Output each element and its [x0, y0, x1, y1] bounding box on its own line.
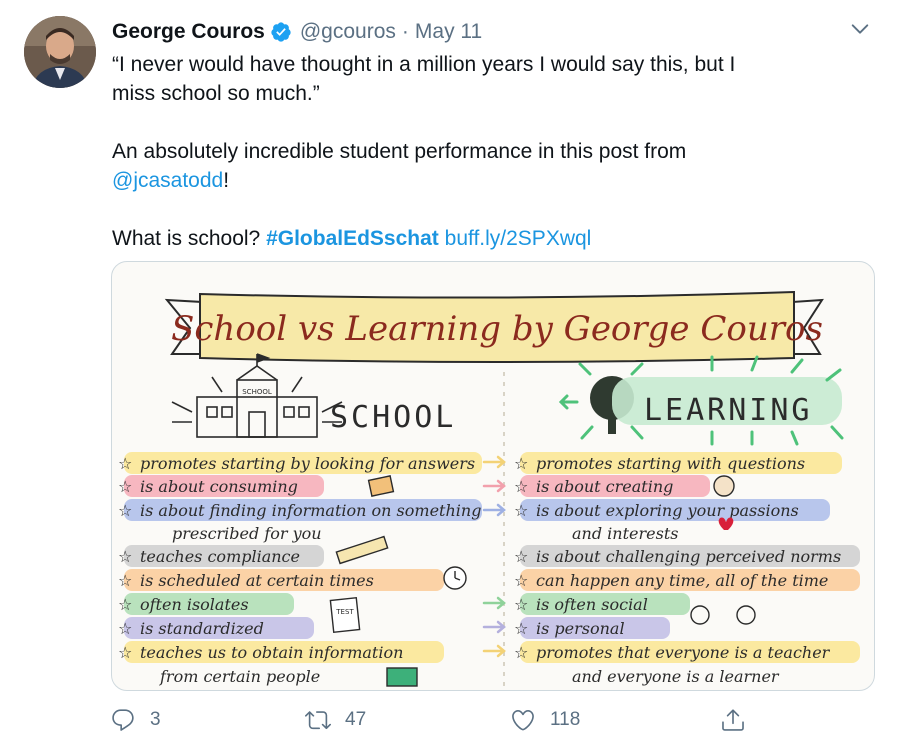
more-options-button[interactable]: [845, 14, 875, 44]
heart-icon: [512, 709, 534, 731]
svg-text:☆: ☆: [514, 595, 528, 614]
tweet-text-line: “I never would have thought in a million…: [112, 53, 736, 76]
school-item: teaches us to obtain information: [140, 643, 403, 662]
tweet-text: “I never would have thought in a million…: [112, 50, 852, 253]
learning-item: is about challenging perceived norms: [536, 547, 841, 566]
share-button[interactable]: [720, 703, 746, 737]
svg-text:☆: ☆: [514, 643, 528, 662]
learning-item: promotes starting with questions: [536, 454, 805, 473]
sketchnote-image: School vs Learning by George Couros SCHO…: [118, 290, 860, 687]
reply-button[interactable]: 3: [110, 703, 161, 737]
retweet-count: 47: [345, 709, 367, 730]
svg-text:☆: ☆: [118, 501, 132, 520]
school-item: is standardized: [140, 619, 264, 638]
tweet-text-line: miss school so much.”: [112, 82, 320, 105]
question-text: What is school?: [112, 227, 261, 250]
reply-icon: [112, 709, 134, 731]
school-item: prescribed for you: [172, 524, 322, 543]
school-sign: SCHOOL: [242, 388, 272, 396]
tweet-image[interactable]: School vs Learning by George Couros SCHO…: [111, 261, 875, 691]
learning-item: promotes that everyone is a teacher: [536, 643, 831, 662]
learning-item: can happen any time, all of the time: [536, 571, 828, 590]
svg-text:☆: ☆: [514, 501, 528, 520]
reply-count: 3: [150, 709, 161, 730]
school-item: is about finding information on somethin…: [140, 501, 481, 520]
banner-title: School vs Learning by George Couros: [171, 309, 823, 349]
author-handle[interactable]: @gcouros: [300, 20, 396, 44]
svg-text:☆: ☆: [514, 619, 528, 638]
learning-item: is often social: [536, 595, 648, 614]
avatar[interactable]: [24, 16, 96, 88]
hashtag-link[interactable]: #GlobalEdSschat: [266, 227, 439, 250]
learning-item: is personal: [536, 619, 625, 638]
tweet-text-line: @jcasatodd!: [112, 166, 852, 195]
mention-link[interactable]: @jcasatodd: [112, 169, 223, 192]
svg-text:☆: ☆: [514, 571, 528, 590]
school-item: from certain people: [159, 667, 320, 686]
svg-text:☆: ☆: [514, 547, 528, 566]
svg-text:☆: ☆: [118, 477, 132, 496]
learning-heading: LEARNING: [644, 393, 813, 428]
svg-text:☆: ☆: [118, 571, 132, 590]
svg-text:☆: ☆: [118, 595, 132, 614]
school-heading: SCHOOL: [330, 400, 456, 435]
svg-text:☆: ☆: [118, 643, 132, 662]
share-icon: [722, 709, 744, 731]
school-item: is scheduled at certain times: [140, 571, 374, 590]
retweet-button[interactable]: 47: [305, 703, 366, 737]
school-item: often isolates: [140, 595, 249, 614]
svg-text:☆: ☆: [118, 619, 132, 638]
avatar-photo: [24, 16, 96, 88]
tweet-text-line: What is school? #GlobalEdSschat buff.ly/…: [112, 224, 852, 253]
chevron-down-icon: [851, 24, 869, 34]
svg-text:☆: ☆: [118, 547, 132, 566]
header-separator: ·: [401, 20, 409, 43]
verified-badge-icon: [271, 22, 291, 42]
learning-item: and interests: [572, 524, 678, 543]
school-item: is about consuming: [140, 477, 298, 496]
retweet-icon: [305, 711, 331, 730]
banner: School vs Learning by George Couros: [164, 290, 824, 363]
tweet-date[interactable]: May 11: [415, 20, 482, 44]
short-link[interactable]: buff.ly/2SPXwql: [445, 227, 592, 250]
learning-item: and everyone is a learner: [572, 667, 780, 686]
test-sheet-label: TEST: [335, 608, 354, 616]
tweet-actions: 3 47 118: [100, 703, 760, 737]
learning-item: is about creating: [536, 477, 673, 496]
svg-text:☆: ☆: [514, 454, 528, 473]
tweet-text-line: An absolutely incredible student perform…: [112, 140, 687, 163]
like-count: 118: [550, 709, 581, 730]
learning-item: is about exploring your passions: [536, 501, 799, 520]
middle-arrows: [482, 455, 506, 658]
svg-text:☆: ☆: [118, 454, 132, 473]
like-button[interactable]: 118: [510, 703, 580, 737]
tweet-header: George Couros @gcouros · May 11: [112, 17, 482, 47]
school-item: teaches compliance: [140, 547, 300, 566]
svg-text:☆: ☆: [514, 477, 528, 496]
author-name[interactable]: George Couros: [112, 20, 265, 44]
school-item: promotes starting by looking for answers: [140, 454, 475, 473]
mention-suffix: !: [223, 169, 230, 192]
